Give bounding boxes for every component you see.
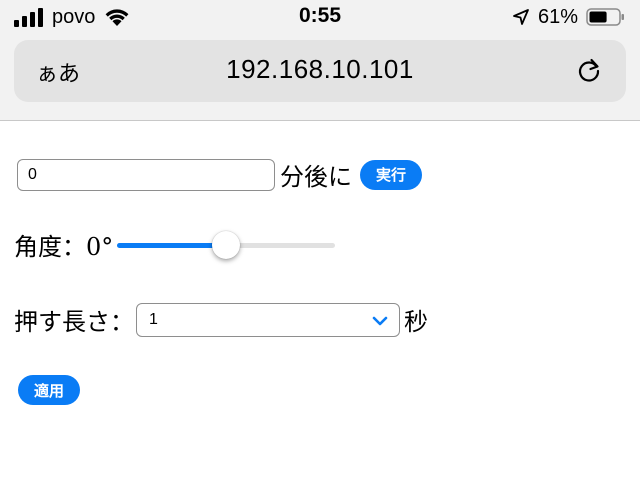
battery-icon [586, 8, 624, 26]
battery-percent: 61% [537, 5, 578, 28]
browser-chrome: ぁあ 192.168.10.101 [0, 34, 640, 121]
url-text[interactable]: 192.168.10.101 [14, 54, 626, 85]
delay-row: 分後に 実行 [17, 157, 423, 192]
address-bar[interactable]: ぁあ 192.168.10.101 [14, 40, 626, 102]
location-arrow-icon [513, 9, 529, 25]
slider-thumb[interactable] [212, 230, 241, 259]
angle-label: 角度：0° [14, 233, 114, 261]
press-length-row: 押す長さ： 1 秒 [14, 302, 428, 337]
slider-fill [117, 242, 227, 248]
page-content: 分後に 実行 角度：0° 押す長さ： 1 秒 適用 [0, 121, 640, 480]
press-length-unit: 秒 [404, 308, 428, 336]
delay-suffix-label: 分後に [280, 163, 352, 191]
press-length-select[interactable]: 1 [136, 302, 400, 337]
press-length-value: 1 [149, 310, 158, 328]
apply-row: 適用 [18, 375, 81, 405]
apply-button[interactable]: 適用 [18, 375, 81, 405]
angle-slider[interactable] [117, 230, 336, 260]
delay-minutes-input[interactable] [17, 158, 275, 191]
chevron-down-icon [372, 316, 388, 325]
press-length-label: 押す長さ： [14, 308, 134, 336]
run-button[interactable]: 実行 [360, 159, 423, 190]
angle-row: 角度：0° [14, 227, 336, 262]
status-bar: povo 0:55 61% [0, 0, 640, 34]
status-right: 61% [512, 5, 626, 29]
reload-icon[interactable] [574, 56, 604, 86]
